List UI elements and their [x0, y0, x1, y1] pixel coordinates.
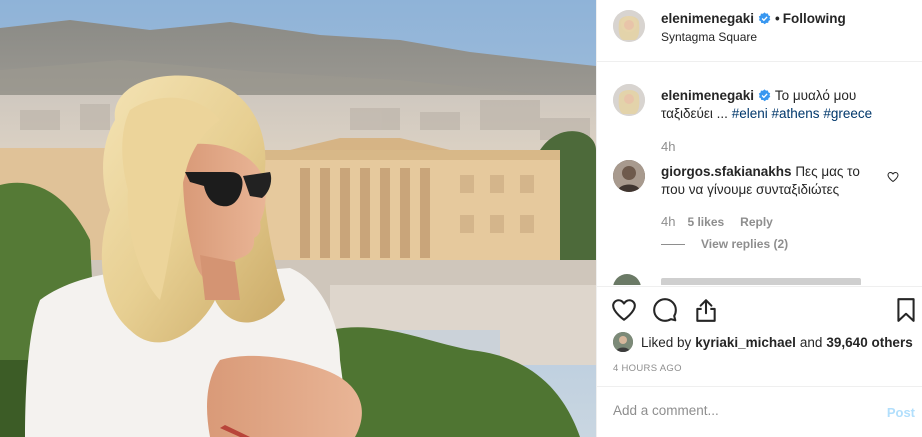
share-icon[interactable]	[693, 297, 719, 323]
hashtag-athens[interactable]: #athens	[772, 106, 820, 121]
commenter-avatar[interactable]	[613, 160, 645, 192]
reply-button[interactable]: Reply	[740, 215, 773, 229]
post-panel: elenimenegaki • Following Syntagma Square …	[596, 0, 922, 437]
post-photo[interactable]	[0, 0, 596, 437]
hashtag-eleni[interactable]: #eleni	[732, 106, 768, 121]
comment-likes[interactable]: 5 likes	[687, 215, 724, 229]
likes-others-button[interactable]: 39,640 others	[826, 335, 912, 350]
action-bar	[597, 286, 922, 334]
verified-badge-icon	[758, 89, 771, 102]
liked-by-prefix: Liked by	[641, 334, 692, 350]
location-link[interactable]: Syntagma Square	[661, 30, 757, 44]
commenter-username[interactable]: giorgos.sfakianakhs	[661, 164, 792, 179]
liker-avatar[interactable]	[613, 332, 633, 352]
next-comment-peek	[613, 274, 913, 285]
add-comment-bar: Post	[597, 386, 922, 437]
likes-summary: Liked by kyriaki_michael and 39,640 othe…	[613, 331, 917, 353]
heart-icon[interactable]	[611, 297, 637, 323]
next-comment-text-cut	[661, 278, 861, 285]
caption-time[interactable]: 4h	[661, 139, 675, 154]
photo-illustration	[0, 0, 596, 437]
comment-input[interactable]	[613, 403, 863, 418]
comment-time[interactable]: 4h	[661, 214, 675, 229]
comment-heart-icon[interactable]	[887, 170, 899, 183]
comment-meta: 4h 5 likes Reply	[661, 214, 773, 229]
next-commenter-avatar	[613, 274, 641, 285]
header-separator: •	[775, 11, 780, 26]
liker-username[interactable]: kyriaki_michael	[695, 335, 796, 350]
caption-avatar[interactable]	[613, 84, 645, 116]
verified-badge-icon	[758, 12, 771, 25]
replies-divider	[661, 243, 685, 245]
author-username[interactable]: elenimenegaki	[661, 11, 754, 26]
following-button[interactable]: Following	[783, 11, 846, 26]
post-timestamp[interactable]: 4 HOURS AGO	[613, 363, 682, 374]
post-button[interactable]: Post	[887, 405, 915, 420]
comment-text-block: giorgos.sfakianakhs Πες μας το που να γί…	[661, 163, 877, 199]
view-replies-label: View replies (2)	[701, 237, 789, 251]
author-avatar[interactable]	[613, 10, 645, 42]
likes-joiner: and	[799, 334, 823, 350]
bookmark-icon[interactable]	[893, 297, 919, 323]
caption-text-block: elenimenegaki Το μυαλό μου ταξιδεύει ...…	[661, 87, 907, 123]
comment-icon[interactable]	[652, 297, 678, 323]
hashtag-greece[interactable]: #greece	[823, 106, 872, 121]
view-replies-button[interactable]: View replies (2)	[661, 237, 788, 251]
post-header: elenimenegaki • Following Syntagma Square	[597, 0, 922, 62]
caption-username[interactable]: elenimenegaki	[661, 88, 754, 103]
